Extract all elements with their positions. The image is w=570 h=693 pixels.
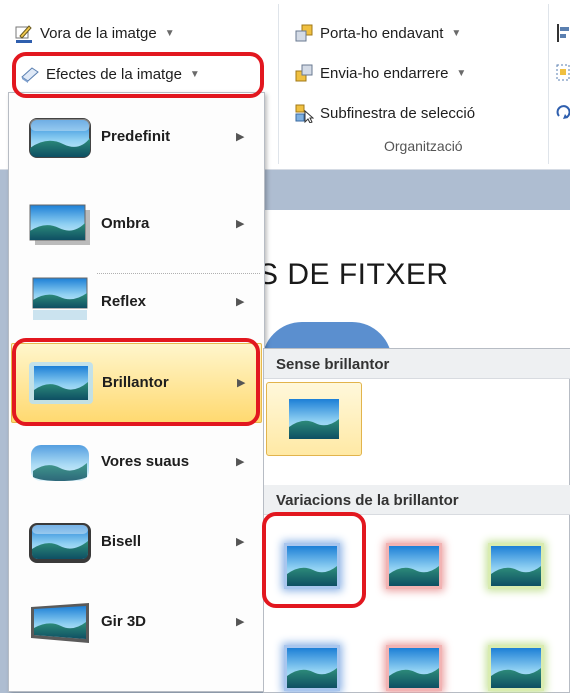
picture-effects-icon bbox=[21, 67, 39, 83]
chevron-right-icon: ▶ bbox=[236, 616, 245, 628]
glow-variation-red-medium[interactable] bbox=[366, 631, 462, 693]
send-backward-button[interactable]: Envia-ho endarrere ▼ bbox=[294, 58, 466, 88]
no-glow-option[interactable] bbox=[266, 382, 362, 456]
chevron-right-icon: ▶ bbox=[236, 456, 245, 468]
chevron-down-icon: ▼ bbox=[456, 67, 467, 79]
chevron-right-icon: ▶ bbox=[236, 218, 245, 230]
align-icon[interactable] bbox=[556, 22, 570, 44]
selection-pane-label: Subfinestra de selecció bbox=[320, 104, 476, 122]
bring-forward-button[interactable]: Porta-ho endavant ▼ bbox=[294, 18, 461, 48]
glow-variation-blue-medium[interactable] bbox=[264, 631, 360, 693]
ribbon-separator bbox=[278, 4, 279, 164]
glow-thumbnail bbox=[491, 546, 541, 586]
glow-variation-red-small[interactable] bbox=[366, 529, 462, 603]
chevron-right-icon: ▶ bbox=[236, 296, 245, 308]
soft-edges-effect-icon bbox=[31, 445, 89, 481]
picture-effects-label: Efectes de la imatge bbox=[46, 65, 182, 83]
reflection-effect-icon bbox=[32, 277, 88, 320]
menu-item-label: Vores suaus bbox=[101, 453, 190, 470]
landscape-picture-icon bbox=[389, 546, 439, 586]
glow-variation-green-small[interactable] bbox=[468, 529, 564, 603]
chevron-right-icon: ▶ bbox=[236, 536, 245, 548]
landscape-picture-icon bbox=[287, 648, 337, 688]
bevel-effect-icon bbox=[29, 523, 91, 563]
menu-item-shadow[interactable]: Ombra ▶ bbox=[11, 185, 262, 265]
selection-pane-button[interactable]: Subfinestra de selecció bbox=[294, 98, 475, 128]
menu-item-glow[interactable]: Brillantor ▶ bbox=[11, 343, 262, 423]
rotate-icon[interactable] bbox=[556, 102, 570, 124]
no-glow-header: Sense brillantor bbox=[264, 349, 570, 379]
menu-item-label: Ombra bbox=[101, 215, 150, 232]
menu-item-label: Gir 3D bbox=[101, 613, 147, 630]
glow-thumbnail bbox=[389, 648, 439, 688]
bring-forward-icon bbox=[295, 24, 313, 42]
menu-item-3d-rotation[interactable]: Gir 3D ▶ bbox=[11, 583, 262, 663]
glow-variation-green-medium[interactable] bbox=[468, 631, 564, 693]
picture-effects-menu: Predefinit ▶ Ombra ▶ Reflex ▶ Brillantor… bbox=[8, 92, 265, 692]
picture-border-button[interactable]: Vora de la imatge ▼ bbox=[14, 18, 175, 48]
send-backward-label: Envia-ho endarrere bbox=[320, 64, 449, 82]
send-backward-icon bbox=[295, 64, 313, 82]
preset-effect-icon bbox=[29, 118, 91, 158]
menu-item-label: Brillantor bbox=[102, 374, 169, 391]
menu-item-soft-edges[interactable]: Vores suaus ▶ bbox=[11, 423, 262, 503]
picture-effects-button[interactable]: Efectes de la imatge ▼ bbox=[20, 59, 200, 89]
rotation-3d-effect-icon bbox=[31, 603, 89, 643]
chevron-right-icon: ▶ bbox=[236, 131, 245, 143]
glow-effect-icon bbox=[29, 362, 93, 404]
landscape-picture-icon bbox=[289, 399, 339, 439]
pencil-border-icon bbox=[15, 25, 32, 43]
glow-variations-header: Variacions de la brillantor bbox=[264, 485, 570, 515]
chevron-down-icon: ▼ bbox=[164, 27, 175, 39]
landscape-picture-icon bbox=[389, 648, 439, 688]
menu-item-preset[interactable]: Predefinit ▶ bbox=[11, 98, 262, 178]
ribbon-group-label: Organització bbox=[384, 138, 463, 154]
glow-thumbnail bbox=[287, 648, 337, 688]
menu-item-label: Predefinit bbox=[101, 128, 171, 145]
menu-item-reflection[interactable]: Reflex ▶ bbox=[11, 263, 262, 343]
shadow-effect-icon bbox=[29, 204, 90, 245]
glow-thumbnail bbox=[389, 546, 439, 586]
chevron-down-icon: ▼ bbox=[189, 68, 200, 80]
glow-variation-blue-small[interactable] bbox=[264, 529, 360, 603]
menu-item-label: Reflex bbox=[101, 293, 147, 310]
chevron-down-icon: ▼ bbox=[451, 27, 462, 39]
no-glow-thumbnail bbox=[289, 399, 339, 439]
menu-item-bevel[interactable]: Bisell ▶ bbox=[11, 503, 262, 583]
menu-item-label: Bisell bbox=[101, 533, 142, 550]
glow-gallery: Sense brillantor Variacions de la brilla… bbox=[263, 348, 570, 693]
group-objects-icon[interactable] bbox=[556, 62, 570, 84]
selection-pane-icon bbox=[295, 104, 314, 123]
ribbon-separator bbox=[548, 4, 549, 164]
glow-thumbnail bbox=[491, 648, 541, 688]
slide-title-text[interactable]: S DE FITXER bbox=[258, 258, 449, 292]
bring-forward-label: Porta-ho endavant bbox=[320, 24, 444, 42]
chevron-right-icon: ▶ bbox=[237, 377, 246, 389]
picture-border-label: Vora de la imatge bbox=[40, 24, 157, 42]
landscape-picture-icon bbox=[491, 648, 541, 688]
glow-thumbnail bbox=[287, 546, 337, 586]
landscape-picture-icon bbox=[287, 546, 337, 586]
landscape-picture-icon bbox=[491, 546, 541, 586]
